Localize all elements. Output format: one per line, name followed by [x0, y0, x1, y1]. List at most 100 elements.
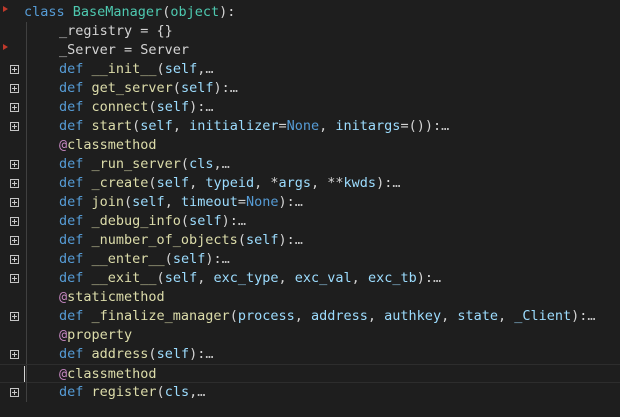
gutter[interactable]: [0, 288, 24, 307]
code-line-dec-classmethod-1[interactable]: @classmethod: [0, 136, 620, 155]
gutter[interactable]: [0, 250, 24, 269]
expand-fold-icon[interactable]: [10, 388, 19, 397]
expand-fold-icon[interactable]: [10, 312, 19, 321]
code-line-def-enter[interactable]: def __enter__(self):…: [0, 250, 620, 269]
code-token: address: [311, 308, 368, 324]
code-token: staticmethod: [67, 289, 165, 305]
gutter[interactable]: [0, 136, 24, 155]
code-editor[interactable]: class BaseManager(object): _registry = {}…: [0, 0, 620, 417]
code-line-def-finalize-manager[interactable]: def _finalize_manager(process, address, …: [0, 307, 620, 326]
code-line-def-exit[interactable]: def __exit__(self, exc_type, exc_val, ex…: [0, 269, 620, 288]
folded-ellipsis-icon[interactable]: …: [295, 194, 303, 210]
folded-ellipsis-icon[interactable]: …: [222, 251, 230, 267]
code-token: class: [24, 4, 73, 20]
code-text: @classmethod: [59, 136, 157, 155]
folded-ellipsis-icon[interactable]: …: [238, 213, 246, 229]
expand-fold-icon[interactable]: [10, 103, 19, 112]
gutter[interactable]: [0, 3, 24, 22]
breakpoint-marker-icon[interactable]: [3, 44, 8, 50]
code-token: self: [164, 270, 198, 286]
gutter[interactable]: [0, 60, 24, 79]
gutter[interactable]: [0, 79, 24, 98]
folded-ellipsis-icon[interactable]: …: [205, 61, 213, 77]
gutter[interactable]: [0, 174, 24, 193]
folded-ellipsis-icon[interactable]: …: [222, 156, 230, 172]
code-token: def: [59, 213, 92, 229]
code-text: def address(self):…: [59, 345, 213, 364]
gutter[interactable]: [0, 212, 24, 231]
code-line-def-debug-info[interactable]: def _debug_info(self):…: [0, 212, 620, 231]
gutter[interactable]: [0, 22, 24, 41]
gutter[interactable]: [0, 155, 24, 174]
breakpoint-marker-icon[interactable]: [3, 6, 8, 12]
code-token: self: [156, 175, 190, 191]
folded-ellipsis-icon[interactable]: …: [295, 232, 303, 248]
code-token: ,: [189, 175, 206, 191]
expand-fold-icon[interactable]: [10, 179, 19, 188]
gutter[interactable]: [0, 41, 24, 60]
code-token: _finalize_manager: [91, 308, 230, 324]
indent-guide: [26, 79, 27, 98]
gutter[interactable]: [0, 269, 24, 288]
code-token: ,: [197, 270, 214, 286]
code-line-def-register[interactable]: def register(cls,…: [0, 383, 620, 402]
folded-ellipsis-icon[interactable]: …: [392, 175, 400, 191]
code-line-def-address[interactable]: def address(self):…: [0, 345, 620, 364]
expand-fold-icon[interactable]: [10, 274, 19, 283]
expand-fold-icon[interactable]: [10, 350, 19, 359]
code-line-def-start[interactable]: def start(self, initializer=None, initar…: [0, 117, 620, 136]
expand-fold-icon[interactable]: [10, 255, 19, 264]
code-line-def-create[interactable]: def _create(self, typeid, *args, **kwds)…: [0, 174, 620, 193]
expand-fold-icon[interactable]: [10, 198, 19, 207]
folded-ellipsis-icon[interactable]: …: [230, 80, 238, 96]
code-line-dec-staticmethod[interactable]: @staticmethod: [0, 288, 620, 307]
indent-guide: [26, 326, 27, 345]
folded-ellipsis-icon[interactable]: …: [205, 346, 213, 362]
code-line-def-join[interactable]: def join(self, timeout=None):…: [0, 193, 620, 212]
expand-fold-icon[interactable]: [10, 122, 19, 131]
code-line-server[interactable]: _Server = Server: [0, 41, 620, 60]
folded-ellipsis-icon[interactable]: …: [433, 270, 441, 286]
gutter[interactable]: [0, 231, 24, 250]
code-token: , **: [311, 175, 344, 191]
code-line-class-def[interactable]: class BaseManager(object):: [0, 3, 620, 22]
folded-ellipsis-icon[interactable]: …: [205, 99, 213, 115]
expand-fold-icon[interactable]: [10, 217, 19, 226]
code-text: def join(self, timeout=None):…: [59, 193, 303, 212]
code-token: ,: [172, 118, 190, 134]
code-line-registry[interactable]: _registry = {}: [0, 22, 620, 41]
code-line-def-get-server[interactable]: def get_server(self):…: [0, 79, 620, 98]
gutter[interactable]: [0, 307, 24, 326]
gutter[interactable]: [0, 193, 24, 212]
gutter[interactable]: [0, 98, 24, 117]
gutter[interactable]: [0, 345, 24, 364]
code-token: (: [237, 232, 246, 248]
gutter[interactable]: [0, 326, 24, 345]
folded-ellipsis-icon[interactable]: …: [197, 384, 205, 400]
code-line-def-run-server[interactable]: def _run_server(cls,…: [0, 155, 620, 174]
gutter[interactable]: [0, 383, 24, 402]
expand-fold-icon[interactable]: [10, 236, 19, 245]
gutter[interactable]: [0, 365, 24, 384]
code-token: def: [59, 232, 92, 248]
code-line-dec-classmethod-2[interactable]: @classmethod: [0, 364, 620, 384]
indent-guide: [26, 41, 27, 60]
expand-fold-icon[interactable]: [10, 65, 19, 74]
code-line-def-number-of-objects[interactable]: def _number_of_objects(self):…: [0, 231, 620, 250]
expand-fold-icon[interactable]: [10, 160, 19, 169]
code-token: None: [286, 118, 320, 134]
code-token: def: [59, 61, 92, 77]
folded-ellipsis-icon[interactable]: …: [441, 118, 449, 134]
code-line-def-connect[interactable]: def connect(self):…: [0, 98, 620, 117]
code-token: _create: [91, 175, 149, 191]
code-text: @staticmethod: [59, 288, 165, 307]
code-line-dec-property[interactable]: @property: [0, 326, 620, 345]
folded-ellipsis-icon[interactable]: …: [587, 308, 595, 324]
code-token: ):: [221, 213, 238, 229]
code-line-def-init[interactable]: def __init__(self,…: [0, 60, 620, 79]
gutter[interactable]: [0, 117, 24, 136]
expand-fold-icon[interactable]: [10, 84, 19, 93]
code-token: exc_val: [294, 270, 352, 286]
code-token: _Client: [514, 308, 572, 324]
code-token: def: [59, 346, 92, 362]
